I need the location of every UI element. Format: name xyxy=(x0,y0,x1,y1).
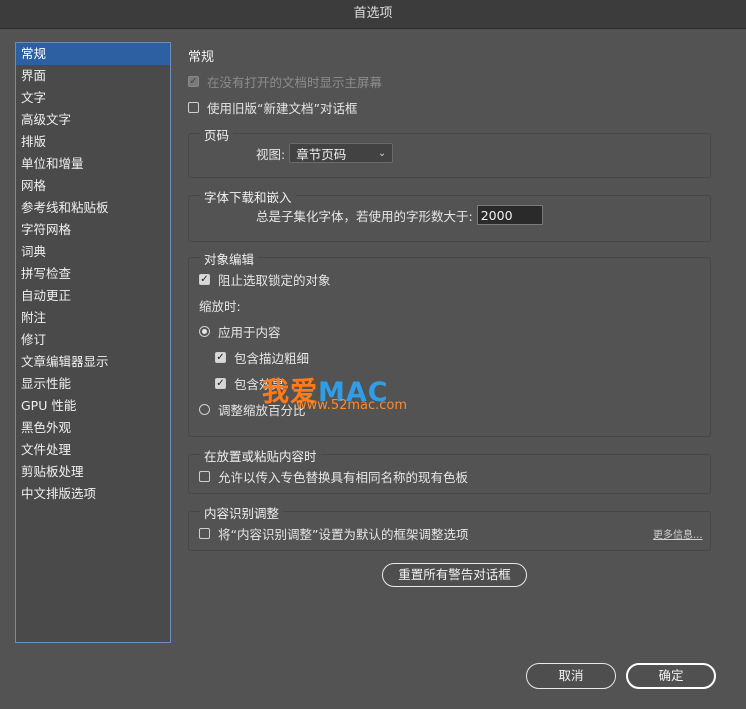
sidebar-item[interactable]: 中文排版选项 xyxy=(16,483,170,505)
page-numbering-group-label: 页码 xyxy=(200,125,234,144)
include-stroke-option[interactable]: ✓ 包含描边粗细 xyxy=(215,348,309,367)
sidebar-item[interactable]: 文字 xyxy=(16,87,170,109)
sidebar-item[interactable]: 字符网格 xyxy=(16,219,170,241)
more-info-link[interactable]: 更多信息... xyxy=(653,526,703,541)
sidebar-item[interactable]: 网格 xyxy=(16,175,170,197)
prevent-locked-checkbox[interactable]: ✓ xyxy=(199,274,210,285)
sidebar-item[interactable]: 单位和增量 xyxy=(16,153,170,175)
apply-to-content-label: 应用于内容 xyxy=(218,325,281,340)
sidebar-item[interactable]: 修订 xyxy=(16,329,170,351)
when-scaling-label: 缩放时: xyxy=(199,299,241,314)
sidebar-item[interactable]: 词典 xyxy=(16,241,170,263)
prevent-locked-option[interactable]: ✓ 阻止选取锁定的对象 xyxy=(199,270,331,289)
font-subset-label: 总是子集化字体，若使用的字形数大于: xyxy=(256,208,473,224)
legacy-new-doc-label: 使用旧版“新建文档”对话框 xyxy=(207,101,358,116)
font-download-group-label: 字体下载和嵌入 xyxy=(200,187,296,206)
legacy-new-doc-checkbox[interactable] xyxy=(188,102,199,113)
include-effects-option[interactable]: ✓ 包含效果 xyxy=(215,374,284,393)
sidebar-item[interactable]: 附注 xyxy=(16,307,170,329)
placing-group-label: 在放置或粘贴内容时 xyxy=(200,446,321,465)
include-effects-label: 包含效果 xyxy=(234,377,285,392)
adjust-percentage-option[interactable]: 调整缩放百分比 xyxy=(199,400,306,419)
when-scaling-row: 缩放时: xyxy=(199,296,241,315)
sidebar-item[interactable]: 显示性能 xyxy=(16,373,170,395)
sidebar-item[interactable]: 排版 xyxy=(16,131,170,153)
preferences-window: 首选项 常规 界面 文字 高级文字 排版 单位和增量 网格 参考线和粘贴板 字符网格 词典 拼写检查… xyxy=(0,0,746,709)
prevent-locked-label: 阻止选取锁定的对象 xyxy=(218,273,331,288)
sidebar-item[interactable]: 文章编辑器显示 xyxy=(16,351,170,373)
reset-warnings-button[interactable]: 重置所有警告对话框 xyxy=(382,563,527,587)
sidebar-item[interactable]: 剪贴板处理 xyxy=(16,461,170,483)
show-home-screen-option: ✓ 在没有打开的文档时显示主屏幕 xyxy=(188,72,382,91)
page-view-row: 视图: 章节页码 ⌄ xyxy=(256,143,394,163)
allow-spot-option[interactable]: 允许以传入专色替换具有相同名称的现有色板 xyxy=(199,467,468,486)
apply-to-content-option[interactable]: 应用于内容 xyxy=(199,322,281,341)
allow-spot-label: 允许以传入专色替换具有相同名称的现有色板 xyxy=(218,470,469,485)
apply-to-content-radio[interactable] xyxy=(199,326,210,337)
chevron-down-icon: ⌄ xyxy=(377,147,387,159)
cancel-button[interactable]: 取消 xyxy=(526,663,616,689)
adjust-percentage-label: 调整缩放百分比 xyxy=(218,403,306,418)
sidebar-item[interactable]: 拼写检查 xyxy=(16,263,170,285)
default-fitting-option[interactable]: 将“内容识别调整”设置为默认的框架调整选项 xyxy=(199,524,468,543)
page-view-label: 视图: xyxy=(256,146,286,162)
object-editing-group-label: 对象编辑 xyxy=(200,249,259,268)
section-title: 常规 xyxy=(188,50,215,65)
sidebar-item[interactable]: 文件处理 xyxy=(16,439,170,461)
include-stroke-checkbox[interactable]: ✓ xyxy=(215,352,226,363)
content-aware-group-label: 内容识别调整 xyxy=(200,503,284,522)
default-fitting-label: 将“内容识别调整”设置为默认的框架调整选项 xyxy=(218,527,469,542)
sidebar-item[interactable]: 常规 xyxy=(16,43,170,65)
legacy-new-doc-option[interactable]: 使用旧版“新建文档”对话框 xyxy=(188,98,357,117)
include-effects-checkbox[interactable]: ✓ xyxy=(215,378,226,389)
sidebar-item[interactable]: GPU 性能 xyxy=(16,395,170,417)
sidebar-item[interactable]: 自动更正 xyxy=(16,285,170,307)
page-view-select-value: 章节页码 xyxy=(296,146,347,162)
default-fitting-checkbox[interactable] xyxy=(199,528,210,539)
page-view-select[interactable]: 章节页码 ⌄ xyxy=(289,143,394,163)
preferences-sidebar: 常规 界面 文字 高级文字 排版 单位和增量 网格 参考线和粘贴板 字符网格 词典 拼写检查 自动更正… xyxy=(15,42,171,643)
sidebar-item[interactable]: 黑色外观 xyxy=(16,417,170,439)
sidebar-item[interactable]: 参考线和粘贴板 xyxy=(16,197,170,219)
ok-button[interactable]: 确定 xyxy=(626,663,716,689)
sidebar-item[interactable]: 界面 xyxy=(16,65,170,87)
show-home-screen-label: 在没有打开的文档时显示主屏幕 xyxy=(207,75,383,90)
adjust-percentage-radio[interactable] xyxy=(199,404,210,415)
font-subset-input[interactable] xyxy=(476,205,543,225)
sidebar-item[interactable]: 高级文字 xyxy=(16,109,170,131)
window-title: 首选项 xyxy=(0,0,746,29)
font-subset-row: 总是子集化字体，若使用的字形数大于: xyxy=(256,205,543,225)
allow-spot-checkbox[interactable] xyxy=(199,471,210,482)
include-stroke-label: 包含描边粗细 xyxy=(234,351,310,366)
show-home-screen-checkbox: ✓ xyxy=(188,75,199,87)
